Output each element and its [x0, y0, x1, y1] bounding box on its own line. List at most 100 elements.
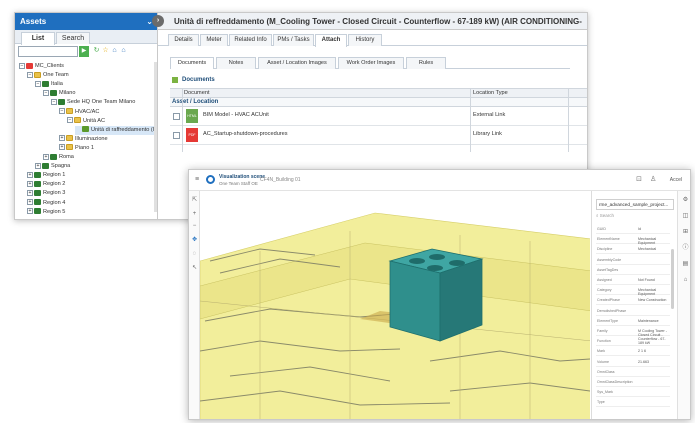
tree-node[interactable]: + Region 4 [27, 199, 65, 208]
zoom-in-icon[interactable]: + [191, 211, 198, 218]
tree-node[interactable]: − Milano [43, 89, 75, 98]
bim-3d-scene[interactable] [200, 191, 590, 420]
tree-options-icon[interactable]: ⌂ [119, 46, 128, 56]
tab-search[interactable]: Search [56, 32, 90, 44]
detail-tabs: Details Meter Related Info PMs / Tasks A… [158, 32, 587, 47]
notification-icon[interactable]: ⊡ [636, 175, 642, 183]
expand-icon[interactable]: + [27, 199, 33, 206]
properties-scrollbar[interactable] [671, 249, 674, 309]
subtab-work-order-images[interactable]: Work Order Images [338, 57, 404, 69]
document-name[interactable]: BIM Model - HVAC ACUnit [203, 112, 269, 118]
asset-icon [82, 126, 89, 133]
collapse-icon[interactable]: − [43, 89, 49, 96]
expand-icon[interactable]: + [27, 189, 33, 196]
tab-meter[interactable]: Meter [200, 34, 228, 46]
tree-scrollbar[interactable] [154, 62, 157, 212]
tree-node[interactable]: − MC_Clients [19, 62, 64, 71]
settings-icon[interactable]: ⚙ [682, 197, 689, 204]
tab-history[interactable]: History [348, 34, 382, 46]
pointer-icon[interactable]: ↖ [191, 265, 198, 272]
building-icon [50, 89, 57, 96]
collapse-icon[interactable]: − [59, 108, 65, 115]
property-row: Volume 21.663 [596, 358, 670, 367]
expand-icon[interactable]: + [59, 144, 65, 151]
grid-header-document[interactable]: Document [184, 89, 210, 98]
selected-cooling-unit[interactable] [388, 248, 484, 342]
expand-icon[interactable]: + [59, 135, 65, 142]
breadcrumb[interactable]: CF4N_Building 01 [260, 177, 301, 183]
tree-node[interactable]: − Sede HQ One Team Milano [51, 98, 135, 107]
subtab-asset-location-images[interactable]: Asset / Location Images [258, 57, 336, 69]
expand-icon[interactable]: + [27, 171, 33, 178]
collapse-icon[interactable]: − [35, 80, 41, 87]
tree-node[interactable]: + Spagna [35, 162, 70, 171]
tree-node[interactable]: − One Team [27, 71, 69, 80]
property-value: New Construction [638, 298, 667, 303]
row-checkbox[interactable] [173, 113, 180, 120]
property-key: AssetTagDes [597, 267, 619, 272]
tree-node[interactable]: + Region 2 [27, 180, 65, 189]
select-icon[interactable]: ⇱ [191, 197, 198, 204]
tree-node[interactable]: + Region 3 [27, 189, 65, 198]
property-key: Category [597, 288, 612, 293]
grid-header-location-type[interactable]: Location Type [473, 89, 508, 98]
tree-node[interactable]: + Illuminazione [59, 135, 108, 144]
measure-icon[interactable]: ⊞ [682, 229, 689, 236]
property-key: ElementName [597, 237, 620, 242]
collapse-icon[interactable]: − [19, 62, 25, 69]
folder-icon [66, 108, 73, 115]
building-icon [34, 180, 41, 187]
expand-icon[interactable]: + [43, 153, 49, 160]
tree-node[interactable]: − Italia [35, 80, 63, 89]
info-icon[interactable]: ⓘ [682, 245, 689, 252]
filter-icon[interactable]: ▤ [682, 261, 689, 268]
tree-node[interactable]: + Roma [43, 153, 74, 162]
folder-icon [66, 144, 73, 151]
property-value: 2 1 6 [638, 349, 646, 354]
collapse-icon[interactable]: − [67, 117, 73, 124]
subtab-notes[interactable]: Notes [216, 57, 256, 69]
star-icon[interactable]: ☆ [101, 46, 110, 56]
tab-details[interactable]: Details [168, 34, 199, 46]
expand-icon[interactable]: + [35, 162, 41, 169]
user-name[interactable]: Accel [670, 177, 682, 183]
tree-node[interactable]: + Region 1 [27, 171, 65, 180]
folder-icon [34, 71, 41, 78]
layers-icon[interactable]: ◫ [682, 213, 689, 220]
collapse-icon[interactable]: − [51, 98, 57, 105]
expand-icon[interactable]: + [27, 208, 33, 215]
collapse-icon[interactable]: − [27, 71, 33, 78]
subtab-rules[interactable]: Rules [406, 57, 446, 69]
expand-arrow-icon[interactable]: › [152, 15, 164, 27]
table-row[interactable]: PDF AC_Startup-shutdown-procedures Libra… [170, 126, 587, 145]
subtab-documents[interactable]: Documents [170, 57, 214, 69]
refresh-icon[interactable]: ↻ [92, 46, 101, 56]
tab-related-info[interactable]: Related Info [229, 34, 272, 46]
tree-node[interactable]: Unità di raffreddamento (I [75, 125, 157, 135]
pan-icon[interactable]: ✥ [191, 237, 198, 244]
property-value: Mechanical [638, 247, 657, 252]
zoom-out-icon[interactable]: − [191, 223, 198, 230]
tag-icon[interactable]: ⌂ [682, 277, 689, 284]
orbit-icon[interactable]: ◌ [191, 251, 198, 258]
menu-icon[interactable]: ≡ [195, 176, 199, 183]
tree-node[interactable]: − Unità AC [67, 117, 105, 126]
tree-node-label: Italia [51, 81, 63, 88]
properties-title[interactable]: rme_advanced_sample_project... [596, 199, 674, 210]
table-row[interactable]: HTML BIM Model - HVAC ACUnit External Li… [170, 107, 587, 126]
search-go-button[interactable]: ▶ [79, 46, 89, 57]
property-row: Category Mechanical Equipment [596, 286, 670, 296]
tree-node[interactable]: + Region 5 [27, 208, 65, 217]
tree-node[interactable]: − HVAC/AC [59, 108, 99, 117]
expand-icon[interactable]: + [27, 180, 33, 187]
tree-node-label: Region 4 [43, 199, 66, 206]
tab-attach[interactable]: Attach [315, 34, 347, 47]
tree-search-input[interactable] [18, 46, 78, 57]
document-name[interactable]: AC_Startup-shutdown-procedures [203, 131, 288, 137]
properties-search[interactable]: ⌕ Search [596, 213, 614, 218]
tree-node[interactable]: + Piano 1 [59, 144, 94, 153]
user-icon[interactable]: ♙ [650, 175, 658, 184]
row-checkbox[interactable] [173, 132, 180, 139]
tree-filter-icon[interactable]: ⌂ [110, 46, 119, 56]
tab-pms-tasks[interactable]: PMs / Tasks [273, 34, 314, 46]
